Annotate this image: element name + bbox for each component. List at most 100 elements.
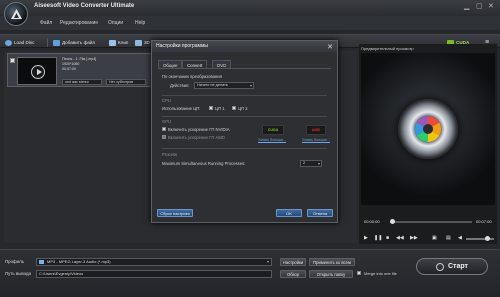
folder-icon[interactable]: ▤	[446, 235, 451, 241]
time-row: 00:00:00 00:07:00	[364, 218, 494, 226]
3d-label: 3D	[144, 40, 150, 45]
volume-icon[interactable]: ◀	[458, 235, 462, 241]
load-disc-button[interactable]: Load Disc	[5, 38, 34, 47]
start-button[interactable]: Старт	[416, 258, 488, 275]
toolbar-divider	[47, 38, 48, 47]
section-divider	[162, 95, 327, 96]
add-file-icon	[53, 39, 60, 46]
menu-help[interactable]: Help	[135, 20, 145, 26]
profile-select[interactable]: MP3 - MPEG Layer-3 Audio (*.mp3) ▾	[36, 258, 272, 266]
clip-button[interactable]: Клип	[109, 38, 128, 47]
action-label: Действие:	[170, 83, 190, 88]
disc-icon	[5, 39, 12, 46]
cpu1-checkbox[interactable]	[209, 106, 213, 110]
start-label: Старт	[448, 263, 468, 270]
subtitle-select[interactable]: Нет субтитров	[106, 79, 146, 85]
dialog-title: Настройки программы	[156, 43, 209, 49]
add-file-button[interactable]: Добавить файл	[53, 38, 95, 47]
snapshot-icon[interactable]: ▣	[432, 235, 437, 241]
settings-dialog: Настройки программы ✕ Общие Convert DVD …	[151, 40, 338, 223]
add-file-label: Добавить файл	[62, 40, 96, 45]
play-icon[interactable]	[31, 65, 45, 79]
audio-format-icon	[39, 260, 44, 264]
open-folder-button[interactable]: Открыть папку	[309, 270, 353, 278]
nvidia-checkbox[interactable]	[162, 127, 166, 131]
learn-more-link-nvidia[interactable]: Узнать больше...	[258, 138, 286, 142]
file-duration: 00:07:00	[62, 67, 76, 71]
maximize-button[interactable]: ▢	[476, 2, 483, 10]
preview-label: Предварительный просмотр	[361, 46, 414, 51]
progress-knob[interactable]	[390, 219, 395, 224]
scissors-icon	[109, 39, 116, 46]
path-label: Путь вывода	[5, 271, 31, 276]
cpu1-label: ЦП 1	[215, 106, 225, 111]
amd-badge-icon: AMD	[306, 125, 326, 135]
max-processes-select[interactable]: 2	[300, 160, 322, 167]
time-total: 00:07:00	[476, 219, 492, 224]
preview-screen	[361, 53, 495, 205]
preview-panel: Предварительный просмотр	[359, 44, 497, 244]
minimize-button[interactable]: ▁	[464, 2, 469, 10]
rewind-icon[interactable]: ◀◀	[396, 235, 404, 241]
post-conversion-label: По окончании преобразования	[162, 74, 222, 79]
amd-label: Включить ускорение ГП AMD	[168, 135, 225, 140]
menu-edit[interactable]: Редактирование	[60, 20, 98, 26]
browse-button[interactable]: Обзор	[280, 270, 306, 278]
cpu2-checkbox[interactable]	[232, 106, 236, 110]
dialog-title-bar: Настройки программы ✕	[152, 41, 337, 52]
progress-slider[interactable]	[392, 221, 472, 223]
clip-label: Клип	[118, 40, 129, 45]
video-thumbnail[interactable]	[17, 57, 57, 85]
audio-track-select[interactable]: und aac stereo	[62, 79, 102, 85]
forward-icon[interactable]: ▶▶	[410, 235, 418, 241]
cpu2-label: ЦП 2	[238, 106, 248, 111]
bottom-panel: Профиль MP3 - MPEG Layer-3 Audio (*.mp3)…	[0, 249, 500, 297]
file-checkbox[interactable]	[10, 58, 15, 63]
amd-badge-label: AMD	[311, 128, 321, 132]
action-select[interactable]: Ничего не делать	[194, 82, 254, 89]
gpu-section-title: GPU	[162, 119, 172, 124]
play-button-icon[interactable]: ▶	[364, 235, 368, 241]
3d-button[interactable]: 3D	[135, 38, 150, 47]
app-title: Aiseesoft Video Converter Ultimate	[34, 3, 135, 9]
section-divider	[162, 116, 327, 117]
aperture-logo-icon	[398, 99, 458, 159]
dialog-body: По окончании преобразования Действие: Ни…	[158, 68, 331, 208]
time-current: 00:00:00	[364, 219, 380, 224]
settings-button[interactable]: Настройки	[280, 258, 306, 266]
learn-more-link-amd[interactable]: Узнать больше...	[302, 138, 330, 142]
chevron-down-icon: ▾	[266, 259, 269, 264]
dialog-close-icon[interactable]: ✕	[327, 42, 333, 53]
cuda-badge-label: CUDA	[267, 128, 279, 132]
output-path-input[interactable]: C:\Users\Evgeniy\Videos	[36, 270, 272, 278]
stop-icon[interactable]: ■	[386, 235, 389, 241]
cancel-button[interactable]: Отмена	[307, 209, 333, 217]
list-item[interactable]: Песня - 1. Fila [.mp4] 1920*1080 00:07:0…	[7, 53, 157, 87]
amd-checkbox[interactable]	[162, 135, 166, 139]
menu-options[interactable]: Опции	[108, 20, 123, 26]
3d-icon	[135, 39, 142, 46]
profile-label: Профиль	[5, 259, 24, 264]
convert-icon	[436, 262, 444, 271]
menu-file[interactable]: Файл	[40, 20, 52, 26]
process-section-title: Process	[162, 152, 178, 157]
app-window: Aiseesoft Video Converter Ultimate ▁ ▢ ✕…	[0, 0, 500, 297]
max-processes-label: Maximum Simultaneous Running Processes:	[162, 161, 246, 166]
merge-checkbox[interactable]	[357, 271, 361, 275]
cuda-badge-icon: CUDA	[262, 125, 284, 135]
close-button[interactable]: ✕	[488, 2, 494, 10]
profile-value: MP3 - MPEG Layer-3 Audio (*.mp3)	[47, 259, 111, 264]
load-disc-label: Load Disc	[14, 40, 35, 45]
ok-button[interactable]: OK	[276, 209, 302, 217]
reset-settings-button[interactable]: Сброс настроек	[157, 209, 193, 217]
apply-all-button[interactable]: Применить ко всем	[309, 258, 355, 266]
file-info: Песня - 1. Fila [.mp4] 1920*1080 00:07:0…	[62, 57, 96, 72]
app-logo-icon	[4, 2, 28, 26]
playback-controls: ▶ ❚❚ ■ ◀◀ ▶▶ ▣ ▤ ◀	[362, 235, 497, 243]
merge-label: Merge into one file	[364, 271, 397, 276]
pause-icon[interactable]: ❚❚	[374, 235, 382, 241]
cpu-usage-label: Использование ЦП:	[162, 106, 201, 111]
volume-knob[interactable]	[485, 236, 490, 241]
nvidia-label: Включить ускорение ГП NVIDIA	[168, 127, 230, 132]
section-divider	[162, 148, 327, 149]
